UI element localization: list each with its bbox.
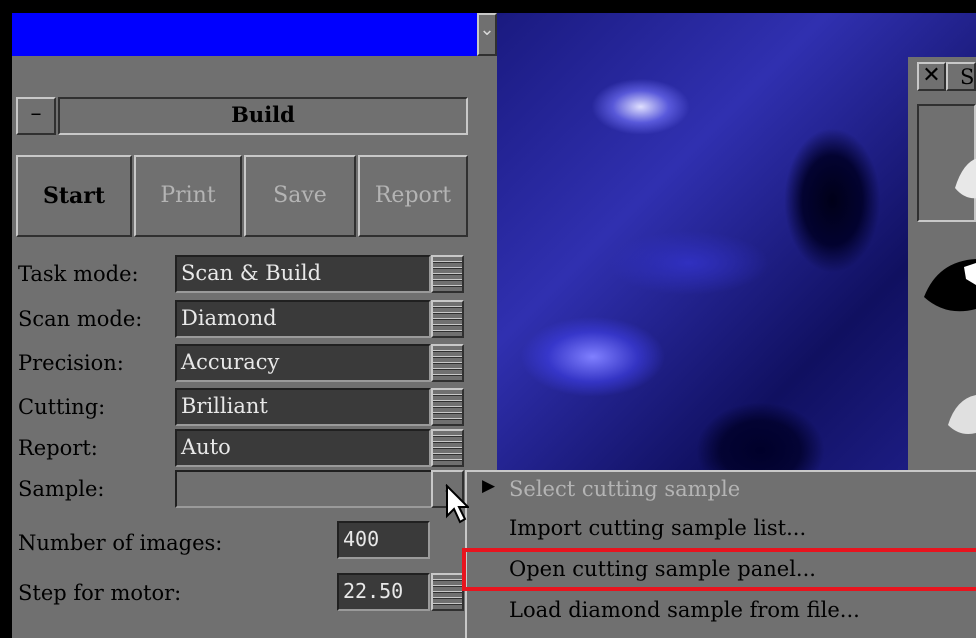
motor-step-input[interactable]: 22.50	[337, 573, 430, 611]
sample-select[interactable]	[175, 470, 433, 508]
task-mode-select[interactable]: Scan & Build	[175, 255, 431, 293]
chevron-down-icon[interactable]: ⌄	[477, 13, 497, 56]
precision-label: Precision:	[18, 351, 124, 375]
scan-mode-label: Scan mode:	[18, 307, 143, 331]
highlight-box	[462, 548, 976, 591]
report-select[interactable]: Auto	[175, 429, 431, 467]
sample-thumbnail[interactable]	[917, 104, 976, 222]
start-button[interactable]: Start	[16, 155, 132, 237]
images-label: Number of images:	[18, 531, 223, 555]
scan-mode-dropdown-handle[interactable]	[431, 300, 464, 338]
motor-label: Step for motor:	[18, 581, 182, 605]
mouse-cursor-icon	[446, 484, 469, 524]
print-button[interactable]: Print	[134, 155, 242, 237]
side-window-title: S	[946, 62, 976, 91]
panel-titlebar	[12, 13, 477, 56]
report-button[interactable]: Report	[358, 155, 468, 237]
menu-item-import[interactable]: Import cutting sample list...	[509, 510, 806, 546]
sample-label: Sample:	[18, 477, 105, 501]
diamond-dark-icon[interactable]	[920, 245, 976, 325]
report-label: Report:	[18, 436, 98, 460]
scan-mode-select[interactable]: Diamond	[175, 300, 431, 338]
precision-select[interactable]: Accuracy	[175, 344, 431, 382]
task-mode-label: Task mode:	[18, 262, 139, 286]
section-title: Build	[231, 102, 295, 127]
close-icon[interactable]: ✕	[917, 62, 946, 91]
menu-item-load-file[interactable]: Load diamond sample from file...	[509, 592, 860, 628]
cutting-dropdown-handle[interactable]	[431, 388, 464, 426]
precision-dropdown-handle[interactable]	[431, 344, 464, 382]
submenu-arrow-icon: ▶	[482, 476, 496, 496]
collapse-button[interactable]: –	[16, 97, 56, 135]
menu-header: Select cutting sample	[509, 477, 741, 501]
images-input[interactable]: 400	[337, 521, 430, 559]
diamond-icon	[955, 158, 976, 199]
motor-step-spinner[interactable]	[431, 573, 464, 611]
cutting-select[interactable]: Brilliant	[175, 388, 431, 426]
task-mode-dropdown-handle[interactable]	[431, 255, 464, 293]
cutting-label: Cutting:	[18, 395, 106, 419]
save-button[interactable]: Save	[244, 155, 356, 237]
diamond-light-icon[interactable]	[940, 385, 976, 445]
report-dropdown-handle[interactable]	[431, 429, 464, 467]
